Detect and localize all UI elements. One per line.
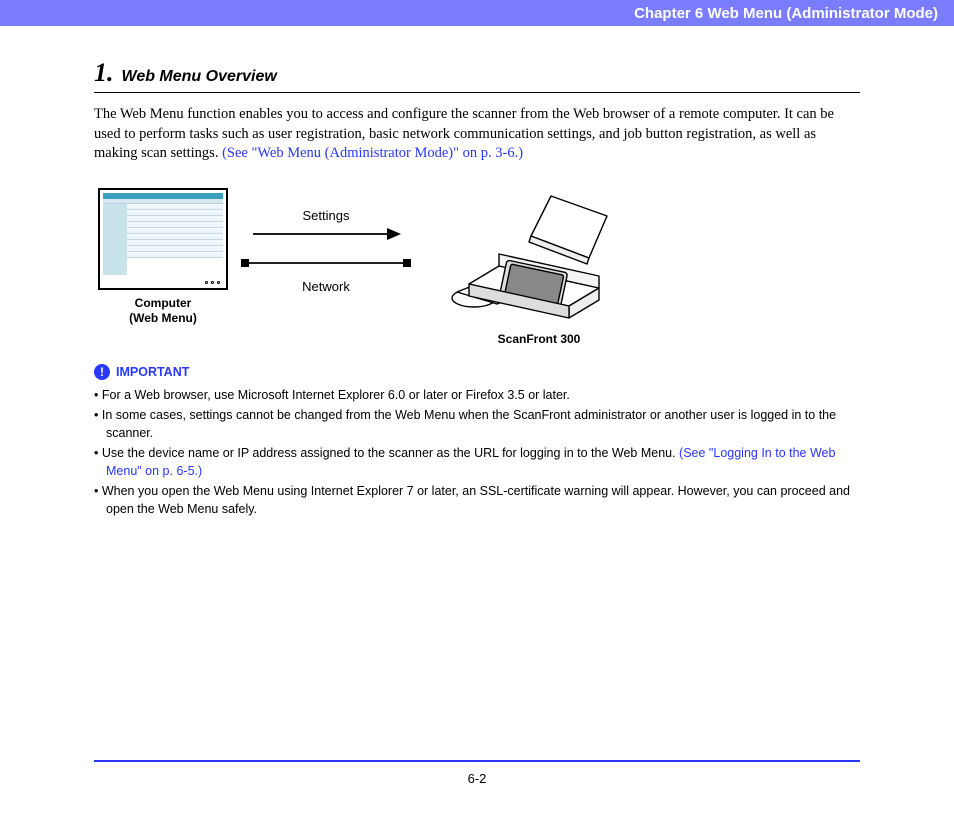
computer-caption-line1: Computer [135,296,192,310]
page-number: 6-2 [468,771,487,786]
section-title: Web Menu Overview [122,68,277,86]
settings-arrow [236,227,416,241]
important-label: IMPORTANT [116,365,189,379]
scanner-caption: ScanFront 300 [498,332,581,346]
page-content: 1. Web Menu Overview The Web Menu functi… [0,26,954,519]
important-heading: ! IMPORTANT [94,364,860,380]
list-item: In some cases, settings cannot be change… [94,406,860,442]
overview-diagram: Computer (Web Menu) Settings Network [94,188,860,346]
computer-illustration: Computer (Web Menu) [98,188,228,326]
list-item: When you open the Web Menu using Interne… [94,482,860,518]
settings-label: Settings [303,208,350,223]
intro-paragraph: The Web Menu function enables you to acc… [94,105,860,164]
chapter-title: Chapter 6 Web Menu (Administrator Mode) [634,5,938,22]
scanner-illustration: ScanFront 300 [444,188,634,346]
computer-caption: Computer (Web Menu) [129,296,197,326]
monitor-frame [98,188,228,290]
monitor-buttons [100,278,226,288]
intro-crossref-link[interactable]: (See "Web Menu (Administrator Mode)" on … [222,145,523,161]
list-item: For a Web browser, use Microsoft Interne… [94,386,860,404]
important-list: For a Web browser, use Microsoft Interne… [94,386,860,519]
section-heading: 1. Web Menu Overview [94,58,860,93]
computer-caption-line2: (Web Menu) [129,311,197,325]
page-footer: 6-2 [94,760,860,788]
network-label: Network [302,279,350,294]
list-item: Use the device name or IP address assign… [94,444,860,480]
monitor-screen [103,193,223,275]
important-icon: ! [94,364,110,380]
footer-rule [94,760,860,762]
section-number: 1. [94,58,114,88]
network-line [236,257,416,269]
chapter-header: Chapter 6 Web Menu (Administrator Mode) [0,0,954,26]
connection-labels: Settings Network [236,188,416,294]
